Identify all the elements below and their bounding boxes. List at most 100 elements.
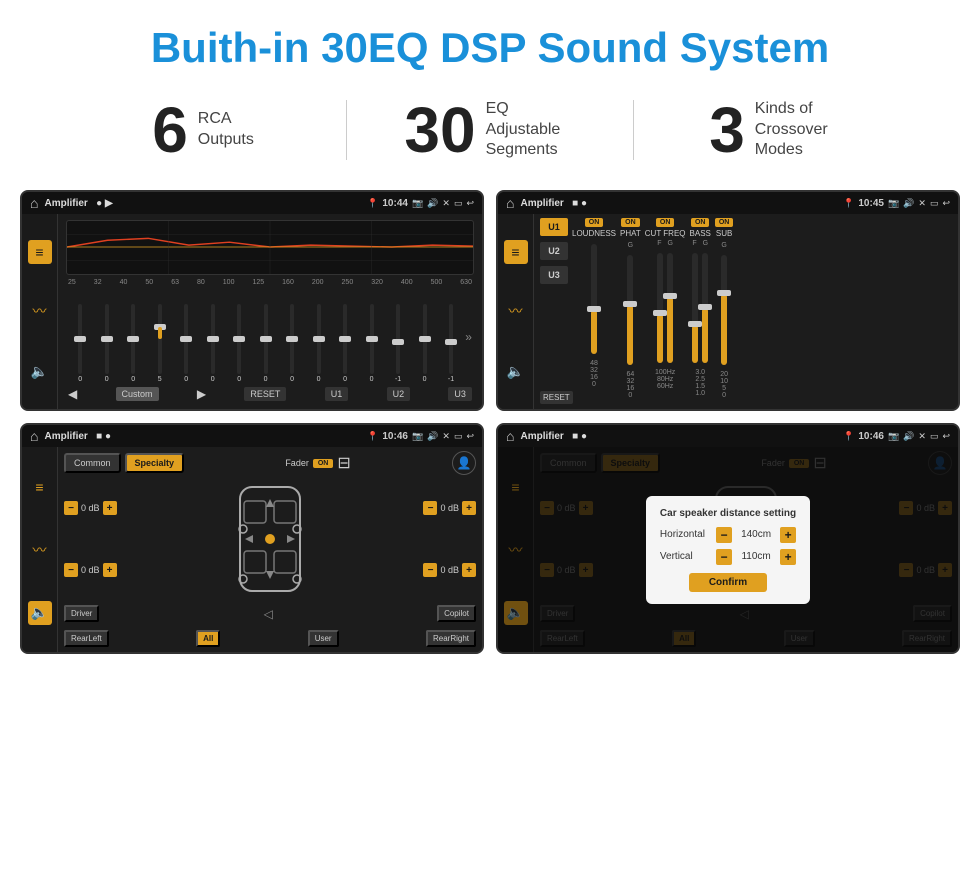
- eq-slider-5[interactable]: 0: [200, 304, 224, 383]
- loudness-on[interactable]: ON: [585, 218, 604, 227]
- db-plus-rr[interactable]: +: [462, 563, 476, 577]
- eq-main: 25 32 40 50 63 80 100 125 160 200 250 32…: [58, 214, 482, 409]
- db-minus-fr[interactable]: −: [423, 501, 437, 515]
- preset-u2[interactable]: U2: [540, 242, 568, 260]
- eq-next-btn[interactable]: ▶: [197, 387, 206, 401]
- bass-on[interactable]: ON: [691, 218, 710, 227]
- btn-all[interactable]: All: [196, 630, 220, 647]
- screen2-title: Amplifier ■ ●: [520, 198, 837, 209]
- sidebar-wave-icon-3[interactable]: 〰: [28, 538, 52, 562]
- db-minus-rl[interactable]: −: [64, 563, 78, 577]
- camera-icon-2: 📷: [888, 198, 899, 209]
- stat-crossover-number: 3: [709, 98, 745, 162]
- tab-common[interactable]: Common: [64, 453, 121, 473]
- eq-prev-btn[interactable]: ◀: [68, 387, 77, 401]
- stat-eq-text: EQ AdjustableSegments: [486, 99, 576, 161]
- sidebar-eq-icon-2[interactable]: ≡: [504, 240, 528, 264]
- btn-rearleft[interactable]: RearLeft: [64, 630, 109, 647]
- fader-slider-h[interactable]: ⊟: [337, 453, 350, 473]
- back-icon-3[interactable]: ↩: [466, 431, 474, 442]
- db-row-rl: − 0 dB +: [64, 563, 117, 577]
- phat-slider[interactable]: [627, 255, 633, 365]
- eq-slider-7[interactable]: 0: [253, 304, 277, 383]
- sub-slider[interactable]: [721, 255, 727, 365]
- eq-slider-1[interactable]: 0: [94, 304, 118, 383]
- bass-label: BASS: [690, 229, 711, 238]
- btn-driver[interactable]: Driver: [64, 605, 99, 622]
- sidebar-wave-icon[interactable]: 〰: [28, 299, 52, 323]
- db-minus-rr[interactable]: −: [423, 563, 437, 577]
- phat-on[interactable]: ON: [621, 218, 640, 227]
- cutfreq-slider-g[interactable]: [667, 253, 673, 363]
- eq-u1-btn[interactable]: U1: [325, 387, 349, 401]
- home-icon-4[interactable]: ⌂: [506, 428, 514, 444]
- sidebar-wave-icon-2[interactable]: 〰: [504, 299, 528, 323]
- dialog-horizontal-plus[interactable]: +: [780, 527, 796, 543]
- db-minus-fl[interactable]: −: [64, 501, 78, 515]
- bass-slider-g[interactable]: [702, 253, 708, 363]
- eq-u2-btn[interactable]: U2: [387, 387, 411, 401]
- stat-rca: 6 RCAOutputs: [60, 98, 346, 162]
- fader-on-toggle[interactable]: ON: [313, 459, 334, 468]
- btn-copilot[interactable]: Copilot: [437, 605, 476, 622]
- status-bar-4: ⌂ Amplifier ■ ● 📍 10:46 📷 🔊 ✕ ▭ ↩: [498, 425, 958, 447]
- eq-u3-btn[interactable]: U3: [448, 387, 472, 401]
- btn-user[interactable]: User: [308, 630, 339, 647]
- home-icon-2[interactable]: ⌂: [506, 195, 514, 211]
- screen-fader: ⌂ Amplifier ■ ● 📍 10:46 📷 🔊 ✕ ▭ ↩ ≡ 〰 🔈: [20, 423, 484, 654]
- dialog-vertical-plus[interactable]: +: [780, 549, 796, 565]
- cutfreq-on[interactable]: ON: [656, 218, 675, 227]
- channel-phat: ON PHAT G 6432160: [620, 218, 641, 405]
- volume-icon-3: 🔊: [427, 431, 438, 442]
- eq-slider-9[interactable]: 0: [306, 304, 330, 383]
- eq-slider-2[interactable]: 0: [121, 304, 145, 383]
- sidebar-eq-icon-3[interactable]: ≡: [28, 475, 52, 499]
- sub-on[interactable]: ON: [715, 218, 734, 227]
- preset-u1[interactable]: U1: [540, 218, 568, 236]
- eq-reset-btn[interactable]: RESET: [244, 387, 286, 401]
- eq-custom-btn[interactable]: Custom: [116, 387, 159, 401]
- sidebar-speaker-icon[interactable]: 🔈: [28, 359, 52, 383]
- eq-slider-0[interactable]: 0: [68, 304, 92, 383]
- sidebar-speaker-icon-2[interactable]: 🔈: [504, 359, 528, 383]
- location-icon-4: 📍: [843, 431, 854, 442]
- cutfreq-slider-f[interactable]: [657, 253, 663, 363]
- eq-slider-13[interactable]: 0: [412, 304, 436, 383]
- eq-slider-8[interactable]: 0: [280, 304, 304, 383]
- btn-rearright[interactable]: RearRight: [426, 630, 476, 647]
- screen1-title: Amplifier ● ▶: [44, 198, 361, 209]
- settings-icon[interactable]: 👤: [452, 451, 476, 475]
- eq-slider-11[interactable]: 0: [359, 304, 383, 383]
- eq-slider-14[interactable]: -1: [439, 304, 463, 383]
- eq-slider-10[interactable]: 0: [333, 304, 357, 383]
- dialog-horizontal-minus[interactable]: −: [716, 527, 732, 543]
- loudness-slider[interactable]: [591, 244, 597, 354]
- dialog-confirm-button[interactable]: Confirm: [689, 573, 767, 592]
- preset-u3[interactable]: U3: [540, 266, 568, 284]
- sub-label: SUB: [716, 229, 732, 238]
- channel-cutfreq: ON CUT FREQ FG: [645, 218, 686, 405]
- db-plus-rl[interactable]: +: [103, 563, 117, 577]
- sidebar-speaker-icon-3[interactable]: 🔈: [28, 601, 52, 625]
- close-icon-2: ✕: [918, 198, 926, 209]
- db-plus-fr[interactable]: +: [462, 501, 476, 515]
- eq-sliders: 0 0 0 5 0 0 0 0 0 0 0 0 -1 0 -1 »: [66, 290, 474, 383]
- eq-slider-4[interactable]: 0: [174, 304, 198, 383]
- db-plus-fl[interactable]: +: [103, 501, 117, 515]
- back-icon-2[interactable]: ↩: [942, 198, 950, 209]
- sidebar-eq-icon[interactable]: ≡: [28, 240, 52, 264]
- crossover-reset-btn[interactable]: RESET: [540, 391, 573, 404]
- dialog-vertical-minus[interactable]: −: [716, 549, 732, 565]
- eq-slider-6[interactable]: 0: [227, 304, 251, 383]
- eq-slider-12[interactable]: -1: [386, 304, 410, 383]
- channel-sub: ON SUB G 201050: [715, 218, 734, 405]
- back-icon-4[interactable]: ↩: [942, 431, 950, 442]
- home-icon-1[interactable]: ⌂: [30, 195, 38, 211]
- fader-bottom-2: RearLeft All User RearRight: [64, 628, 476, 649]
- more-icon[interactable]: »: [465, 330, 472, 344]
- eq-slider-3[interactable]: 5: [147, 304, 171, 383]
- back-icon-1[interactable]: ↩: [466, 198, 474, 209]
- tab-specialty[interactable]: Specialty: [125, 453, 185, 473]
- home-icon-3[interactable]: ⌂: [30, 428, 38, 444]
- db-value-rl: 0 dB: [81, 565, 100, 575]
